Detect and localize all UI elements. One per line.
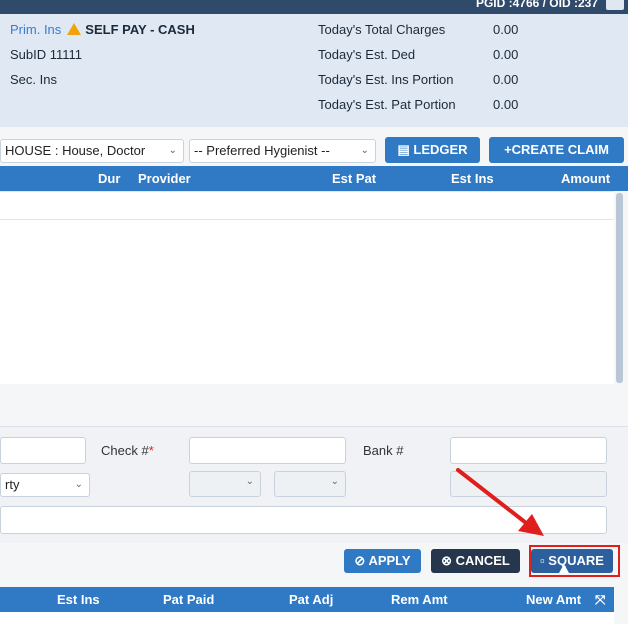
cancel-button[interactable]: ⊗ CANCEL [431,549,520,573]
total-charges-label: Today's Total Charges [318,22,446,37]
col-pat-paid[interactable]: Pat Paid [163,587,214,612]
check-number-input[interactable] [189,437,346,464]
disabled-select-2: ⌄ [274,471,346,497]
col-est-ins[interactable]: Est Ins [451,166,494,191]
table-row [0,191,614,220]
payment-input[interactable] [0,437,86,464]
col-est-pat[interactable]: Est Pat [332,166,376,191]
check-circle-icon: ⊘ [354,553,366,568]
apply-button[interactable]: ⊘ APPLY [344,549,421,573]
ledger-button[interactable]: ▤ LEDGER [385,137,480,163]
annotation-arrow-icon [456,468,544,536]
col-provider[interactable]: Provider [138,166,191,191]
create-claim-button[interactable]: +CREATE CLAIM [489,137,624,163]
chevron-down-icon: ⌄ [360,145,369,156]
chevron-down-icon: ⌄ [245,476,254,487]
chevron-down-icon: ⌄ [168,145,177,156]
total-charges-value: 0.00 [493,22,519,37]
plus-icon: + [504,142,512,157]
secondary-insurance: Sec. Ins [10,72,57,87]
est-ded-value: 0.00 [493,47,519,62]
check-number-label: Check #* [101,443,154,458]
chevron-down-icon: ⌄ [74,479,83,490]
est-ins-portion-value: 0.00 [493,72,519,87]
required-marker: * [148,443,154,458]
procedures-table-body [0,219,614,384]
col-dur[interactable]: Dur [98,166,120,191]
primary-insurance-value: SELF PAY - CASH [85,22,195,37]
ledger-icon: ▤ [397,142,410,157]
est-pat-portion-value: 0.00 [493,97,519,112]
primary-insurance-link[interactable]: Prim. Ins [10,22,61,37]
page-ids: PGID :4766 / OID :237 [475,0,598,10]
annotation-highlight-box [529,545,620,577]
est-pat-portion-label: Today's Est. Pat Portion [318,97,456,112]
payments-table-header: Est Ins Pat Paid Pat Adj Rem Amt New Amt… [0,587,614,612]
chevron-down-icon: ⌄ [330,476,339,487]
disabled-select-1: ⌄ [189,471,261,497]
provider-select[interactable]: HOUSE : House, Doctor ⌄ [0,139,184,163]
cancel-icon: ⊗ [441,553,453,568]
party-select[interactable]: rty ⌄ [0,473,90,497]
payments-table-body [0,612,614,624]
expand-icon[interactable]: ⤧ [595,587,605,612]
bank-number-label: Bank # [363,443,404,458]
procedures-table-header: Dur Provider Est Pat Est Ins Amount [0,166,628,191]
col-new-amt[interactable]: New Amt [526,587,581,612]
top-bar: PGID :4766 / OID :237 [0,0,628,14]
bank-number-input[interactable] [450,437,607,464]
col-amount[interactable]: Amount [561,166,610,191]
col-pat-adj[interactable]: Pat Adj [289,587,333,612]
subscriber-id: SubID 11111 [10,47,83,62]
est-ins-portion-label: Today's Est. Ins Portion [318,72,454,87]
mouse-cursor-icon [559,564,569,573]
est-ded-label: Today's Est. Ded [318,47,416,62]
col-est-ins-2[interactable]: Est Ins [57,587,100,612]
col-rem-amt[interactable]: Rem Amt [391,587,448,612]
primary-insurance: Prim. Ins SELF PAY - CASH [10,22,195,37]
scrollbar-thumb[interactable] [616,193,623,383]
hygienist-select[interactable]: -- Preferred Hygienist -- ⌄ [189,139,376,163]
printer-icon[interactable] [606,0,624,10]
warning-icon [67,23,82,35]
